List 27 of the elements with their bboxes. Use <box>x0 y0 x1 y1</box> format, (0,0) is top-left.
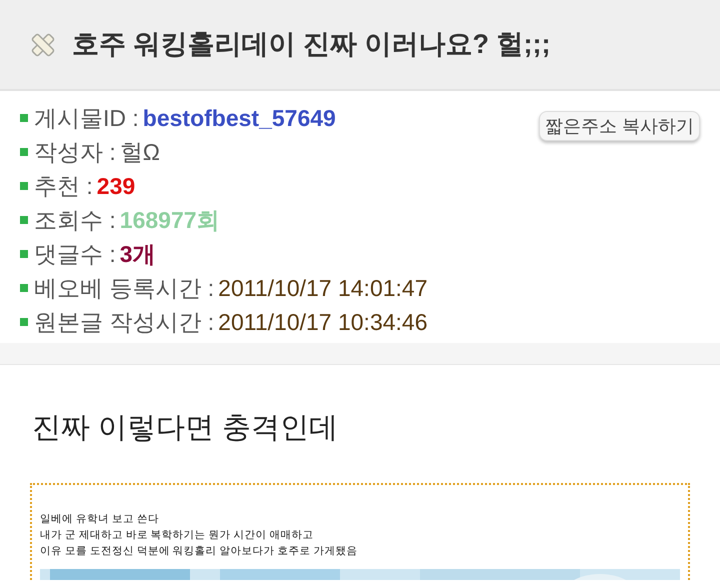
bullet-icon <box>20 114 28 122</box>
info-value: 239 <box>96 172 136 201</box>
info-label: 추천 : <box>34 172 93 201</box>
bullet-icon <box>20 318 28 326</box>
image-text-line: 내가 군 제대하고 바로 복학하기는 뭔가 시간이 애매하고 <box>40 528 314 543</box>
bullet-icon <box>20 182 28 190</box>
info-value: 168977회 <box>120 206 220 235</box>
info-value: 3개 <box>120 240 156 269</box>
bullet-icon <box>20 250 28 258</box>
post-heading: 진짜 이렇다면 충격인데 <box>31 411 340 446</box>
info-label: 작성자 : <box>34 138 116 167</box>
info-value: 2011/10/17 14:01:47 <box>218 274 428 303</box>
info-label: 댓글수 : <box>34 240 116 269</box>
info-label: 게시물ID : <box>34 104 139 133</box>
bullet-icon <box>20 148 28 156</box>
info-value: 헐Ω <box>120 138 160 167</box>
post-title: 호주 워킹홀리데이 진짜 이러나요? 헐;;; <box>72 28 550 62</box>
image-text-line: 일베에 유학녀 보고 쓴다 <box>40 512 160 527</box>
copy-link-button[interactable]: 짧은주소 복사하기 <box>538 111 700 141</box>
image-text-line: 이유 모를 도전정신 덕분에 워킹홀리 알아보다가 호주로 가게됐음 <box>40 544 358 559</box>
bullet-icon <box>20 284 28 292</box>
info-label: 조회수 : <box>34 206 116 235</box>
info-label: 베오베 등록시간 : <box>34 274 214 303</box>
bullet-icon <box>20 216 28 224</box>
info-label: 원본글 작성시간 : <box>34 308 214 337</box>
info-value: 2011/10/17 10:34:46 <box>218 308 428 337</box>
info-value: bestofbest_57649 <box>142 104 336 133</box>
